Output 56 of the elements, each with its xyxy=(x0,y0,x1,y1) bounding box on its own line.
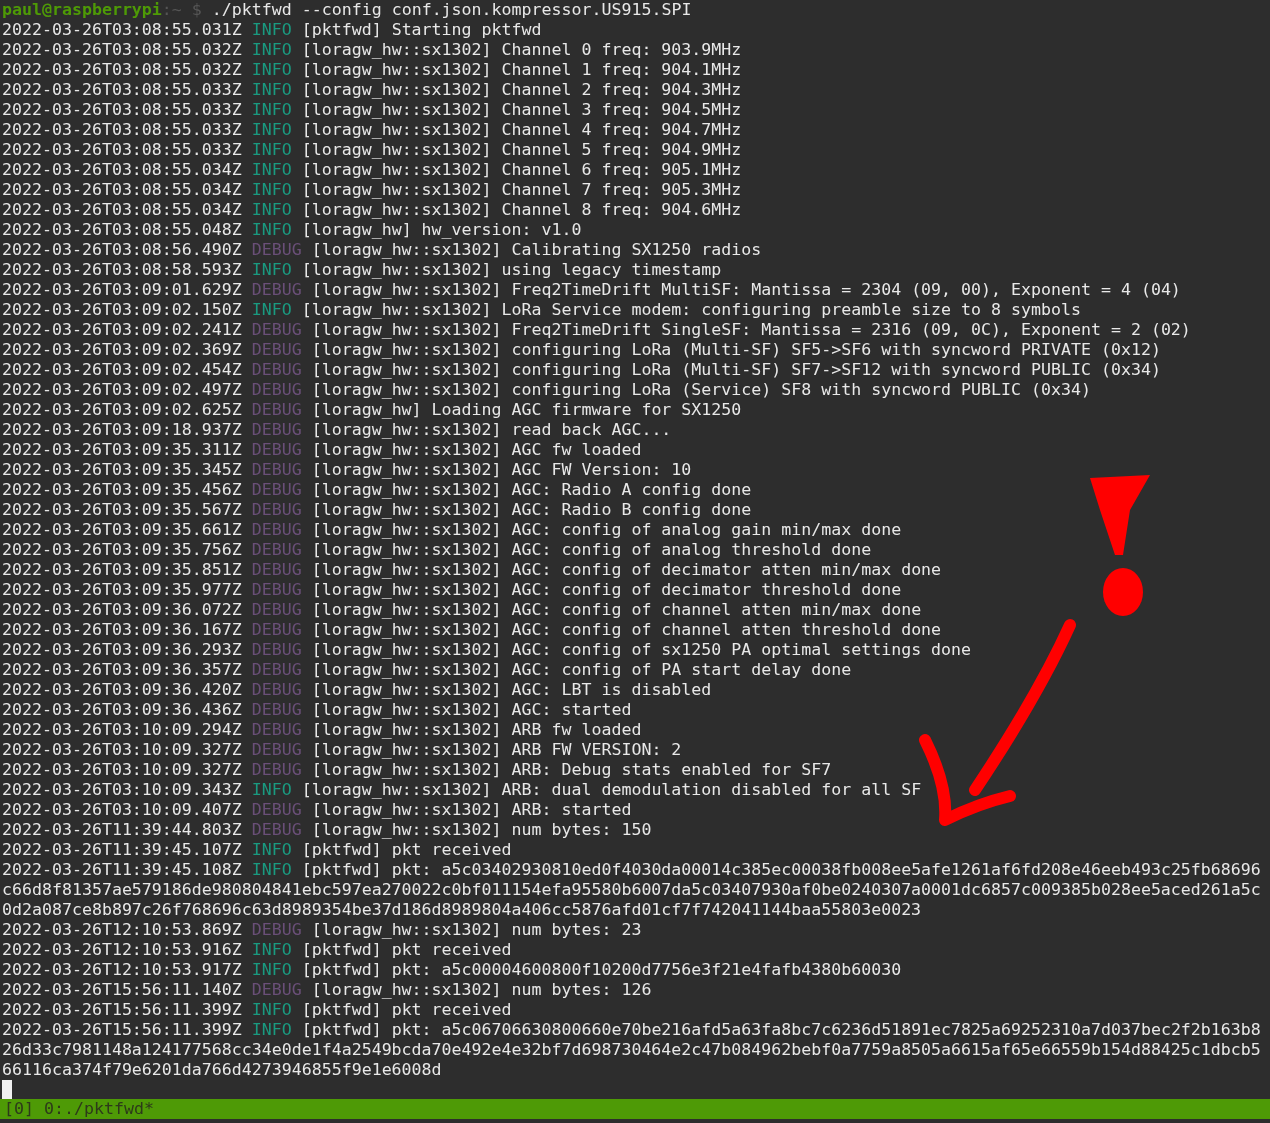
command-text: ./pktfwd --config conf.json.kompressor.US915.SPI xyxy=(211,0,692,19)
log-line: 2022-03-26T03:09:02.241Z DEBUG [loragw_hw::sx1302] Freq2TimeDrift SingleSF: Mantissa = 2316 (09, 0C), Exponent = 2 (02) xyxy=(2,320,1192,340)
log-line: 2022-03-26T03:08:55.034Z INFO [loragw_hw::sx1302] Channel 7 freq: 905.3MHz xyxy=(2,180,743,200)
log-line: 2022-03-26T12:10:53.916Z INFO [pktfwd] pkt received xyxy=(2,940,513,960)
log-line: 2022-03-26T03:09:36.293Z DEBUG [loragw_hw::sx1302] AGC: config of sx1250 PA optimal settings done xyxy=(2,640,973,660)
log-line: 2022-03-26T11:39:45.108Z INFO [pktfwd] pkt: a5c03402930810ed0f4030da00014c385ec00038fb008ee5afe1261af6fd208e46eeb493c25fb68696c66d8f81357ae579186de980804841ebc597ea270022c0bf011154efa95580b6007da5c03407930af0be0240307a0001dc6857c009385b028ee5aced261a5c0d2a087ce8b897c26f768696c63d8989354be37d186d8989804a406cc5876afd01cf7f742041144baa55803e0023 xyxy=(2,860,1262,920)
log-line: 2022-03-26T03:09:01.629Z DEBUG [loragw_hw::sx1302] Freq2TimeDrift MultiSF: Mantissa = 2304 (09, 00), Exponent = 4 (04) xyxy=(2,280,1182,300)
log-line: 2022-03-26T15:56:11.399Z INFO [pktfwd] pkt: a5c06706630800660e70be216afd5a63fa8bc7c6236d51891ec7825a69252310a7d037bec2f2b163b826d33c7981148a124177568cc34e0de1f4a2549bcda70e492e4e32bf7d698730464e2c47b084962bebf0a7759a8505a6615af65e66559b154d88425c1dbcb566116ca374f79e6201da766d4273946855f9e1e6008d xyxy=(2,1020,1262,1080)
log-line: 2022-03-26T03:09:35.756Z DEBUG [loragw_hw::sx1302] AGC: config of analog threshold done xyxy=(2,540,873,560)
log-line: 2022-03-26T03:10:09.407Z DEBUG [loragw_hw::sx1302] ARB: started xyxy=(2,800,633,820)
log-line: 2022-03-26T03:09:35.661Z DEBUG [loragw_hw::sx1302] AGC: config of analog gain min/max done xyxy=(2,520,903,540)
session-label: [0] xyxy=(4,1099,34,1118)
text-cursor xyxy=(2,1080,12,1099)
log-line: 2022-03-26T11:39:45.107Z INFO [pktfwd] pkt received xyxy=(2,840,513,860)
prompt-path: :~ xyxy=(161,0,182,19)
log-line: 2022-03-26T03:09:35.977Z DEBUG [loragw_hw::sx1302] AGC: config of decimator threshold done xyxy=(2,580,903,600)
log-line: 2022-03-26T12:10:53.917Z INFO [pktfwd] pkt: a5c00004600800f10200d7756e3f21e4fafb4380b60030 xyxy=(2,960,903,980)
log-line: 2022-03-26T03:08:55.034Z INFO [loragw_hw::sx1302] Channel 8 freq: 904.6MHz xyxy=(2,200,743,220)
log-line: 2022-03-26T03:08:55.032Z INFO [loragw_hw::sx1302] Channel 0 freq: 903.9MHz xyxy=(2,40,743,60)
log-line: 2022-03-26T03:08:55.032Z INFO [loragw_hw::sx1302] Channel 1 freq: 904.1MHz xyxy=(2,60,743,80)
log-line: 2022-03-26T15:56:11.399Z INFO [pktfwd] pkt received xyxy=(2,1000,513,1020)
log-line: 2022-03-26T03:09:02.497Z DEBUG [loragw_hw::sx1302] configuring LoRa (Service) SF8 with syncword PUBLIC (0x34) xyxy=(2,380,1092,400)
log-line: 2022-03-26T11:39:44.803Z DEBUG [loragw_hw::sx1302] num bytes: 150 xyxy=(2,820,653,840)
log-line: 2022-03-26T03:08:56.490Z DEBUG [loragw_hw::sx1302] Calibrating SX1250 radios xyxy=(2,240,763,260)
log-line: 2022-03-26T03:09:36.436Z DEBUG [loragw_hw::sx1302] AGC: started xyxy=(2,700,633,720)
log-line: 2022-03-26T15:56:11.140Z DEBUG [loragw_hw::sx1302] num bytes: 126 xyxy=(2,980,653,1000)
log-line: 2022-03-26T03:09:35.345Z DEBUG [loragw_hw::sx1302] AGC FW Version: 10 xyxy=(2,460,693,480)
log-line: 2022-03-26T03:08:55.033Z INFO [loragw_hw::sx1302] Channel 5 freq: 904.9MHz xyxy=(2,140,743,160)
log-line: 2022-03-26T03:09:35.311Z DEBUG [loragw_hw::sx1302] AGC fw loaded xyxy=(2,440,643,460)
log-line: 2022-03-26T03:10:09.343Z INFO [loragw_hw::sx1302] ARB: dual demodulation disabled for all SF xyxy=(2,780,923,800)
log-line: 2022-03-26T03:09:36.072Z DEBUG [loragw_hw::sx1302] AGC: config of channel atten min/max done xyxy=(2,600,923,620)
log-line: 2022-03-26T03:09:02.454Z DEBUG [loragw_hw::sx1302] configuring LoRa (Multi-SF) SF7->SF12 with syncword PUBLIC (0x34) xyxy=(2,360,1162,380)
log-line: 2022-03-26T03:09:35.567Z DEBUG [loragw_hw::sx1302] AGC: Radio B config done xyxy=(2,500,753,520)
prompt-symbol: $ xyxy=(191,0,202,19)
log-line: 2022-03-26T03:08:55.033Z INFO [loragw_hw::sx1302] Channel 4 freq: 904.7MHz xyxy=(2,120,743,140)
log-line: 2022-03-26T12:10:53.869Z DEBUG [loragw_hw::sx1302] num bytes: 23 xyxy=(2,920,643,940)
log-line: 2022-03-26T03:09:02.150Z INFO [loragw_hw::sx1302] LoRa Service modem: configuring preamble size to 8 symbols xyxy=(2,300,1082,320)
prompt-user-host: paul@raspberrypi xyxy=(2,0,162,19)
log-line: 2022-03-26T03:09:36.357Z DEBUG [loragw_hw::sx1302] AGC: config of PA start delay done xyxy=(2,660,853,680)
log-line: 2022-03-26T03:08:55.033Z INFO [loragw_hw::sx1302] Channel 2 freq: 904.3MHz xyxy=(2,80,743,100)
log-line: 2022-03-26T03:09:02.369Z DEBUG [loragw_hw::sx1302] configuring LoRa (Multi-SF) SF5->SF6 with syncword PRIVATE (0x12) xyxy=(2,340,1162,360)
log-line: 2022-03-26T03:09:36.167Z DEBUG [loragw_hw::sx1302] AGC: config of channel atten threshold done xyxy=(2,620,943,640)
window-tab[interactable]: 0:./pktfwd* xyxy=(44,1099,154,1118)
log-line: 2022-03-26T03:09:02.625Z DEBUG [loragw_hw] Loading AGC firmware for SX1250 xyxy=(2,400,743,420)
log-line: 2022-03-26T03:08:55.034Z INFO [loragw_hw::sx1302] Channel 6 freq: 905.1MHz xyxy=(2,160,743,180)
log-line: 2022-03-26T03:09:35.456Z DEBUG [loragw_hw::sx1302] AGC: Radio A config done xyxy=(2,480,753,500)
log-line: 2022-03-26T03:09:35.851Z DEBUG [loragw_hw::sx1302] AGC: config of decimator atten min/max done xyxy=(2,560,943,580)
log-line: 2022-03-26T03:10:09.327Z DEBUG [loragw_hw::sx1302] ARB FW VERSION: 2 xyxy=(2,740,683,760)
log-line: 2022-03-26T03:08:58.593Z INFO [loragw_hw::sx1302] using legacy timestamp xyxy=(2,260,723,280)
log-line: 2022-03-26T03:09:36.420Z DEBUG [loragw_hw::sx1302] AGC: LBT is disabled xyxy=(2,680,713,700)
log-line: 2022-03-26T03:10:09.327Z DEBUG [loragw_hw::sx1302] ARB: Debug stats enabled for SF7 xyxy=(2,760,833,780)
log-line: 2022-03-26T03:08:55.031Z INFO [pktfwd] Starting pktfwd xyxy=(2,20,543,40)
log-line: 2022-03-26T03:10:09.294Z DEBUG [loragw_hw::sx1302] ARB fw loaded xyxy=(2,720,643,740)
log-line: 2022-03-26T03:08:55.048Z INFO [loragw_hw] hw_version: v1.0 xyxy=(2,220,583,240)
log-line: 2022-03-26T03:09:18.937Z DEBUG [loragw_hw::sx1302] read back AGC... xyxy=(2,420,673,440)
log-line: 2022-03-26T03:08:55.033Z INFO [loragw_hw::sx1302] Channel 3 freq: 904.5MHz xyxy=(2,100,743,120)
